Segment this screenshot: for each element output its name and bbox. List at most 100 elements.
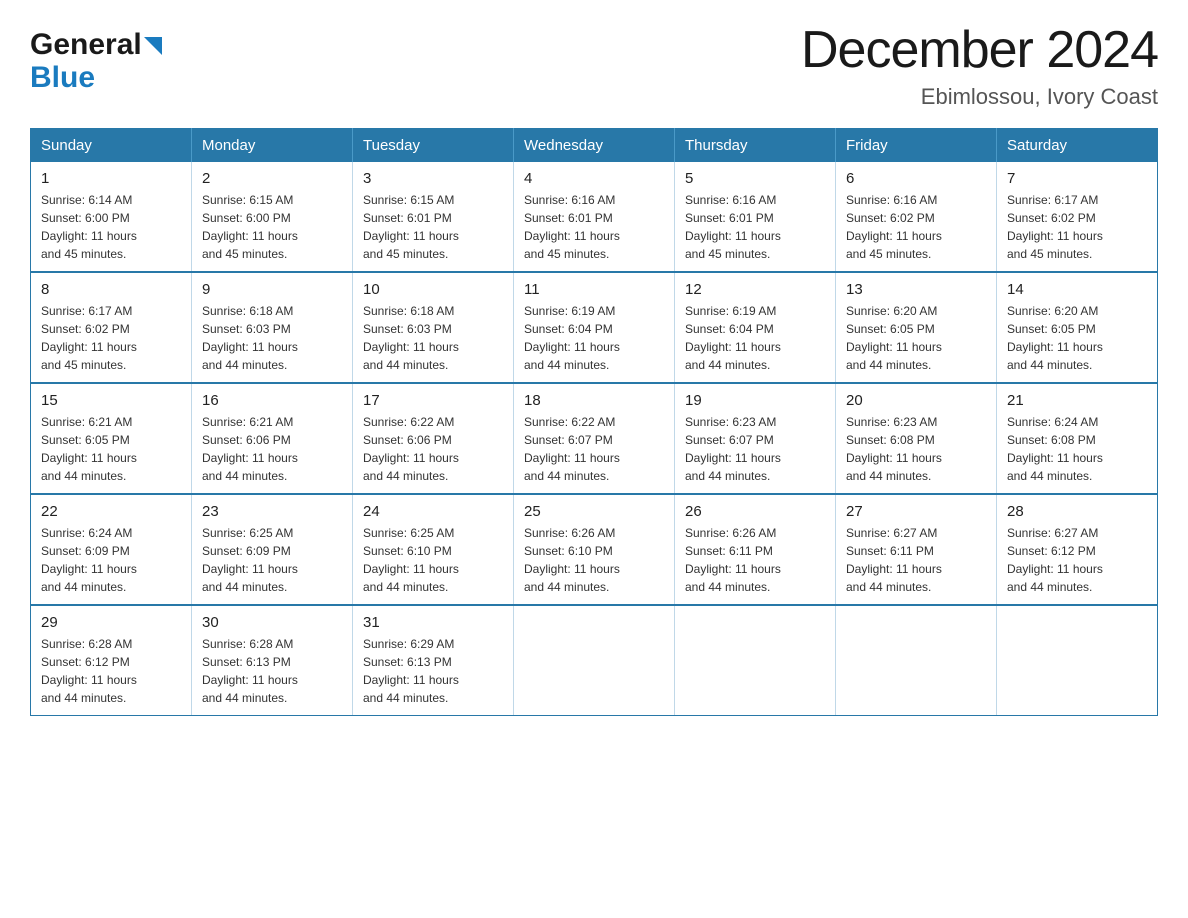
day-info: Sunrise: 6:21 AMSunset: 6:05 PMDaylight:… (41, 413, 181, 485)
day-info: Sunrise: 6:21 AMSunset: 6:06 PMDaylight:… (202, 413, 342, 485)
day-info: Sunrise: 6:22 AMSunset: 6:07 PMDaylight:… (524, 413, 664, 485)
calendar-cell: 22Sunrise: 6:24 AMSunset: 6:09 PMDayligh… (31, 494, 192, 605)
calendar-cell: 5 Sunrise: 6:16 AMSunset: 6:01 PMDaylight… (675, 162, 836, 272)
calendar-week-row: 8 Sunrise: 6:17 AMSunset: 6:02 PMDaylight… (31, 272, 1158, 383)
day-number: 5 (685, 170, 825, 187)
page-subtitle: Ebimlossou, Ivory Coast (801, 84, 1158, 110)
day-number: 8 (41, 281, 181, 298)
header-friday: Friday (836, 129, 997, 163)
calendar-cell (675, 605, 836, 716)
page-title: December 2024 (801, 20, 1158, 80)
calendar-cell: 17 Sunrise: 6:22 AMSunset: 6:06 PMDayligh… (353, 383, 514, 494)
day-number: 10 (363, 281, 503, 298)
day-info: Sunrise: 6:22 AMSunset: 6:06 PMDaylight:… (363, 413, 503, 485)
calendar-cell (836, 605, 997, 716)
calendar-week-row: 15Sunrise: 6:21 AMSunset: 6:05 PMDayligh… (31, 383, 1158, 494)
day-number: 9 (202, 281, 342, 298)
calendar-cell: 26 Sunrise: 6:26 AMSunset: 6:11 PMDayligh… (675, 494, 836, 605)
day-number: 13 (846, 281, 986, 298)
day-info: Sunrise: 6:14 AMSunset: 6:00 PMDaylight:… (41, 191, 181, 263)
day-info: Sunrise: 6:27 AMSunset: 6:11 PMDaylight:… (846, 524, 986, 596)
calendar-week-row: 22Sunrise: 6:24 AMSunset: 6:09 PMDayligh… (31, 494, 1158, 605)
calendar-cell: 8 Sunrise: 6:17 AMSunset: 6:02 PMDaylight… (31, 272, 192, 383)
calendar-cell (514, 605, 675, 716)
day-number: 4 (524, 170, 664, 187)
calendar-cell: 11Sunrise: 6:19 AMSunset: 6:04 PMDayligh… (514, 272, 675, 383)
day-number: 22 (41, 503, 181, 520)
calendar-cell: 13 Sunrise: 6:20 AMSunset: 6:05 PMDayligh… (836, 272, 997, 383)
header-thursday: Thursday (675, 129, 836, 163)
day-number: 23 (202, 503, 342, 520)
day-number: 14 (1007, 281, 1147, 298)
day-number: 3 (363, 170, 503, 187)
calendar-cell: 19 Sunrise: 6:23 AMSunset: 6:07 PMDayligh… (675, 383, 836, 494)
calendar-cell: 16 Sunrise: 6:21 AMSunset: 6:06 PMDayligh… (192, 383, 353, 494)
calendar-cell: 2 Sunrise: 6:15 AMSunset: 6:00 PMDaylight… (192, 162, 353, 272)
calendar-cell: 29Sunrise: 6:28 AMSunset: 6:12 PMDayligh… (31, 605, 192, 716)
calendar-week-row: 29Sunrise: 6:28 AMSunset: 6:12 PMDayligh… (31, 605, 1158, 716)
title-area: December 2024 Ebimlossou, Ivory Coast (801, 20, 1158, 110)
day-info: Sunrise: 6:16 AMSunset: 6:01 PMDaylight:… (685, 191, 825, 263)
calendar-cell: 18 Sunrise: 6:22 AMSunset: 6:07 PMDayligh… (514, 383, 675, 494)
calendar-cell: 14 Sunrise: 6:20 AMSunset: 6:05 PMDayligh… (997, 272, 1158, 383)
calendar-cell: 10 Sunrise: 6:18 AMSunset: 6:03 PMDayligh… (353, 272, 514, 383)
header-tuesday: Tuesday (353, 129, 514, 163)
day-info: Sunrise: 6:20 AMSunset: 6:05 PMDaylight:… (1007, 302, 1147, 374)
day-info: Sunrise: 6:23 AMSunset: 6:07 PMDaylight:… (685, 413, 825, 485)
header-saturday: Saturday (997, 129, 1158, 163)
day-info: Sunrise: 6:28 AMSunset: 6:13 PMDaylight:… (202, 635, 342, 707)
day-info: Sunrise: 6:19 AMSunset: 6:04 PMDaylight:… (685, 302, 825, 374)
calendar-cell: 25 Sunrise: 6:26 AMSunset: 6:10 PMDayligh… (514, 494, 675, 605)
calendar-cell (997, 605, 1158, 716)
calendar-cell: 7Sunrise: 6:17 AMSunset: 6:02 PMDaylight… (997, 162, 1158, 272)
day-info: Sunrise: 6:28 AMSunset: 6:12 PMDaylight:… (41, 635, 181, 707)
day-number: 2 (202, 170, 342, 187)
day-number: 20 (846, 392, 986, 409)
day-info: Sunrise: 6:18 AMSunset: 6:03 PMDaylight:… (363, 302, 503, 374)
calendar-cell: 6 Sunrise: 6:16 AMSunset: 6:02 PMDaylight… (836, 162, 997, 272)
day-info: Sunrise: 6:26 AMSunset: 6:11 PMDaylight:… (685, 524, 825, 596)
day-info: Sunrise: 6:15 AMSunset: 6:00 PMDaylight:… (202, 191, 342, 263)
day-number: 30 (202, 614, 342, 631)
day-number: 17 (363, 392, 503, 409)
day-info: Sunrise: 6:17 AMSunset: 6:02 PMDaylight:… (1007, 191, 1147, 263)
day-info: Sunrise: 6:29 AMSunset: 6:13 PMDaylight:… (363, 635, 503, 707)
day-number: 31 (363, 614, 503, 631)
calendar-table: SundayMondayTuesdayWednesdayThursdayFrid… (30, 128, 1158, 716)
day-number: 26 (685, 503, 825, 520)
day-info: Sunrise: 6:16 AMSunset: 6:01 PMDaylight:… (524, 191, 664, 263)
calendar-cell: 15Sunrise: 6:21 AMSunset: 6:05 PMDayligh… (31, 383, 192, 494)
day-info: Sunrise: 6:19 AMSunset: 6:04 PMDaylight:… (524, 302, 664, 374)
day-number: 18 (524, 392, 664, 409)
day-info: Sunrise: 6:23 AMSunset: 6:08 PMDaylight:… (846, 413, 986, 485)
day-number: 25 (524, 503, 664, 520)
header-wednesday: Wednesday (514, 129, 675, 163)
day-info: Sunrise: 6:15 AMSunset: 6:01 PMDaylight:… (363, 191, 503, 263)
day-number: 19 (685, 392, 825, 409)
calendar-cell: 23 Sunrise: 6:25 AMSunset: 6:09 PMDayligh… (192, 494, 353, 605)
page-header: General Blue December 2024 Ebimlossou, I… (30, 20, 1158, 110)
calendar-cell: 3 Sunrise: 6:15 AMSunset: 6:01 PMDaylight… (353, 162, 514, 272)
logo-arrow-icon (144, 37, 162, 55)
day-number: 21 (1007, 392, 1147, 409)
day-number: 27 (846, 503, 986, 520)
calendar-cell: 20 Sunrise: 6:23 AMSunset: 6:08 PMDayligh… (836, 383, 997, 494)
day-info: Sunrise: 6:27 AMSunset: 6:12 PMDaylight:… (1007, 524, 1147, 596)
day-info: Sunrise: 6:26 AMSunset: 6:10 PMDaylight:… (524, 524, 664, 596)
header-monday: Monday (192, 129, 353, 163)
day-number: 16 (202, 392, 342, 409)
day-info: Sunrise: 6:20 AMSunset: 6:05 PMDaylight:… (846, 302, 986, 374)
day-info: Sunrise: 6:17 AMSunset: 6:02 PMDaylight:… (41, 302, 181, 374)
logo-general-text: General (30, 28, 142, 61)
calendar-header-row: SundayMondayTuesdayWednesdayThursdayFrid… (31, 129, 1158, 163)
day-info: Sunrise: 6:25 AMSunset: 6:09 PMDaylight:… (202, 524, 342, 596)
day-info: Sunrise: 6:16 AMSunset: 6:02 PMDaylight:… (846, 191, 986, 263)
calendar-cell: 30 Sunrise: 6:28 AMSunset: 6:13 PMDayligh… (192, 605, 353, 716)
day-number: 1 (41, 170, 181, 187)
day-number: 6 (846, 170, 986, 187)
day-info: Sunrise: 6:24 AMSunset: 6:08 PMDaylight:… (1007, 413, 1147, 485)
calendar-cell: 31 Sunrise: 6:29 AMSunset: 6:13 PMDayligh… (353, 605, 514, 716)
calendar-cell: 9 Sunrise: 6:18 AMSunset: 6:03 PMDaylight… (192, 272, 353, 383)
calendar-cell: 28Sunrise: 6:27 AMSunset: 6:12 PMDayligh… (997, 494, 1158, 605)
day-info: Sunrise: 6:18 AMSunset: 6:03 PMDaylight:… (202, 302, 342, 374)
